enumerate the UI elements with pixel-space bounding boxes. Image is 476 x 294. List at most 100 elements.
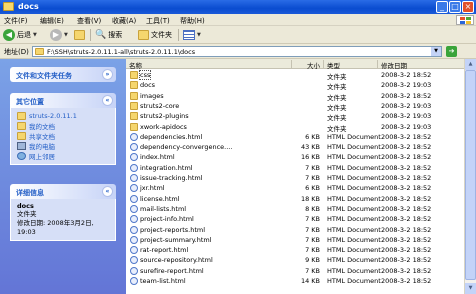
folder-row[interactable]: struts2-core 文件夹 2008-3-2 19:03 bbox=[126, 101, 464, 112]
search-label: 搜索 bbox=[108, 31, 123, 39]
file-name: mail-lists.html bbox=[140, 204, 187, 213]
file-type: HTML Document bbox=[327, 143, 381, 152]
file-row[interactable]: index.html 16 KB HTML Document 2008-3-2 18:… bbox=[126, 152, 464, 162]
my-computer-icon bbox=[17, 142, 26, 150]
place-link-my-documents[interactable]: 我的文档 bbox=[17, 121, 109, 131]
folder-row[interactable]: images 文件夹 2008-3-2 18:52 bbox=[126, 91, 464, 102]
menu-file[interactable]: 文件(F) bbox=[4, 16, 28, 26]
file-size: 7 KB bbox=[305, 215, 320, 224]
file-name: project-summary.html bbox=[140, 235, 212, 244]
scroll-up-icon[interactable]: ▲ bbox=[465, 59, 476, 70]
file-type: HTML Document bbox=[327, 256, 381, 265]
file-name: project-reports.html bbox=[140, 225, 206, 234]
file-row[interactable]: mail-lists.html 8 KB HTML Document 2008-3-2… bbox=[126, 204, 464, 214]
file-size: 6 KB bbox=[305, 132, 320, 141]
file-row[interactable]: project-reports.html 7 KB HTML Document 200… bbox=[126, 225, 464, 235]
file-row[interactable]: dependency-convergence.... 43 KB HTML Docu… bbox=[126, 142, 464, 152]
file-date: 2008-3-2 18:52 bbox=[381, 153, 432, 162]
expand-icon[interactable]: » bbox=[102, 69, 113, 80]
file-name: dependencies.html bbox=[140, 132, 203, 141]
chevron-down-icon[interactable]: ▼ bbox=[431, 47, 441, 56]
html-document-icon bbox=[130, 153, 138, 162]
details-name: docs bbox=[17, 202, 34, 210]
file-row[interactable]: integration.html 7 KB HTML Document 2008-3-… bbox=[126, 163, 464, 173]
file-row[interactable]: project-summary.html 7 KB HTML Document 200… bbox=[126, 235, 464, 245]
address-path: F:\SSH\struts-2.0.11.1-all\struts-2.0.11… bbox=[47, 48, 196, 56]
toolbar-divider bbox=[178, 29, 179, 41]
place-link-shared-documents[interactable]: 共享文档 bbox=[17, 131, 109, 141]
go-button[interactable]: ➔ bbox=[446, 46, 457, 57]
file-date: 2008-3-2 19:03 bbox=[381, 112, 432, 121]
close-button[interactable]: × bbox=[462, 1, 474, 13]
file-name: team-list.html bbox=[140, 277, 186, 285]
file-name: source-repository.html bbox=[140, 256, 213, 265]
place-link-my-computer[interactable]: 我的电脑 bbox=[17, 141, 109, 151]
column-header: 名称 大小 类型 修改日期 bbox=[126, 59, 464, 70]
file-row[interactable]: jxr.html 6 KB HTML Document 2008-3-2 18:52 bbox=[126, 183, 464, 193]
file-date: 2008-3-2 18:52 bbox=[381, 266, 432, 275]
file-row[interactable]: surefire-report.html 7 KB HTML Document 200… bbox=[126, 266, 464, 276]
file-row[interactable]: team-list.html 14 KB HTML Document 2008-3-2… bbox=[126, 276, 464, 286]
scroll-down-icon[interactable]: ▼ bbox=[465, 283, 476, 294]
file-size: 14 KB bbox=[300, 277, 320, 285]
views-button[interactable]: ▼ bbox=[183, 28, 201, 42]
place-link-network[interactable]: 网上邻居 bbox=[17, 151, 109, 161]
maximize-button[interactable]: □ bbox=[449, 1, 461, 13]
place-link-parent[interactable]: struts-2.0.11.1 bbox=[17, 111, 109, 121]
column-type[interactable]: 类型 bbox=[324, 60, 378, 70]
file-row[interactable]: source-repository.html 9 KB HTML Document 2… bbox=[126, 255, 464, 265]
menu-favorites[interactable]: 收藏(A) bbox=[112, 16, 136, 26]
column-name[interactable]: 名称 bbox=[126, 60, 292, 70]
details-type: 文件夹 bbox=[17, 210, 37, 218]
menu-tools[interactable]: 工具(T) bbox=[146, 16, 170, 26]
html-document-icon bbox=[130, 163, 138, 172]
address-input[interactable]: F:\SSH\struts-2.0.11.1-all\struts-2.0.11… bbox=[32, 46, 442, 57]
search-button[interactable]: 🔍 搜索 bbox=[95, 28, 122, 42]
folders-button[interactable]: 文件夹 bbox=[138, 28, 172, 42]
menu-view[interactable]: 查看(V) bbox=[77, 16, 101, 26]
menu-help[interactable]: 帮助(H) bbox=[180, 16, 205, 26]
up-folder-button[interactable] bbox=[74, 28, 85, 42]
file-size: 16 KB bbox=[300, 153, 320, 162]
folder-row[interactable]: docs 文件夹 2008-3-2 19:03 bbox=[126, 80, 464, 91]
folder-row[interactable]: struts2-plugins 文件夹 2008-3-2 19:03 bbox=[126, 111, 464, 122]
forward-button[interactable]: ▶ ▼ bbox=[50, 28, 68, 42]
file-date: 2008-3-2 19:03 bbox=[381, 122, 432, 131]
collapse-icon[interactable]: « bbox=[102, 186, 113, 197]
vertical-scrollbar[interactable]: ▲ ▼ bbox=[464, 59, 476, 294]
file-row[interactable]: issue-tracking.html 7 KB HTML Document 2008… bbox=[126, 173, 464, 183]
file-name: license.html bbox=[140, 194, 180, 203]
file-date: 2008-3-2 18:52 bbox=[381, 91, 432, 100]
back-button[interactable]: ◀ 后退 ▼ bbox=[3, 28, 37, 42]
file-row[interactable]: license.html 18 KB HTML Document 2008-3-2 1… bbox=[126, 194, 464, 204]
file-row[interactable]: rat-report.html 7 KB HTML Document 2008-3-2… bbox=[126, 245, 464, 255]
file-type: HTML Document bbox=[327, 184, 381, 193]
file-type: HTML Document bbox=[327, 246, 381, 255]
other-places-header[interactable]: 其它位置 « bbox=[10, 93, 116, 108]
folder-row[interactable]: css 文件夹 2008-3-2 18:52 bbox=[126, 70, 464, 81]
toolbar: ◀ 后退 ▼ ▶ ▼ 🔍 搜索 文件夹 ▼ bbox=[0, 26, 476, 44]
file-name: project-info.html bbox=[140, 215, 194, 224]
other-places-title: 其它位置 bbox=[16, 98, 44, 106]
file-name: images bbox=[140, 91, 164, 100]
scroll-thumb[interactable] bbox=[465, 70, 476, 280]
file-row[interactable]: project-info.html 7 KB HTML Document 2008-3… bbox=[126, 214, 464, 224]
minimize-button[interactable]: _ bbox=[436, 1, 448, 13]
details-header[interactable]: 详细信息 « bbox=[10, 184, 116, 199]
file-date: 2008-3-2 19:03 bbox=[381, 81, 432, 90]
file-list: 名称 大小 类型 修改日期 css 文件夹 2008-3-2 18:52 docs 文件… bbox=[126, 59, 464, 294]
column-size[interactable]: 大小 bbox=[292, 60, 324, 70]
file-size: 7 KB bbox=[305, 163, 320, 172]
file-date: 2008-3-2 18:52 bbox=[381, 235, 432, 244]
menu-edit[interactable]: 编辑(E) bbox=[40, 16, 64, 26]
folder-icon bbox=[130, 91, 138, 100]
file-tasks-header[interactable]: 文件和文件夹任务 » bbox=[10, 67, 116, 82]
place-label: 我的电脑 bbox=[29, 143, 55, 151]
file-date: 2008-3-2 18:52 bbox=[381, 215, 432, 224]
collapse-icon[interactable]: « bbox=[102, 95, 113, 106]
views-icon bbox=[183, 30, 195, 40]
file-size: 8 KB bbox=[305, 204, 320, 213]
column-date[interactable]: 修改日期 bbox=[378, 60, 464, 70]
file-row[interactable]: dependencies.html 6 KB HTML Document 2008-3… bbox=[126, 132, 464, 142]
folder-row[interactable]: xwork-apidocs 文件夹 2008-3-2 19:03 bbox=[126, 122, 464, 133]
